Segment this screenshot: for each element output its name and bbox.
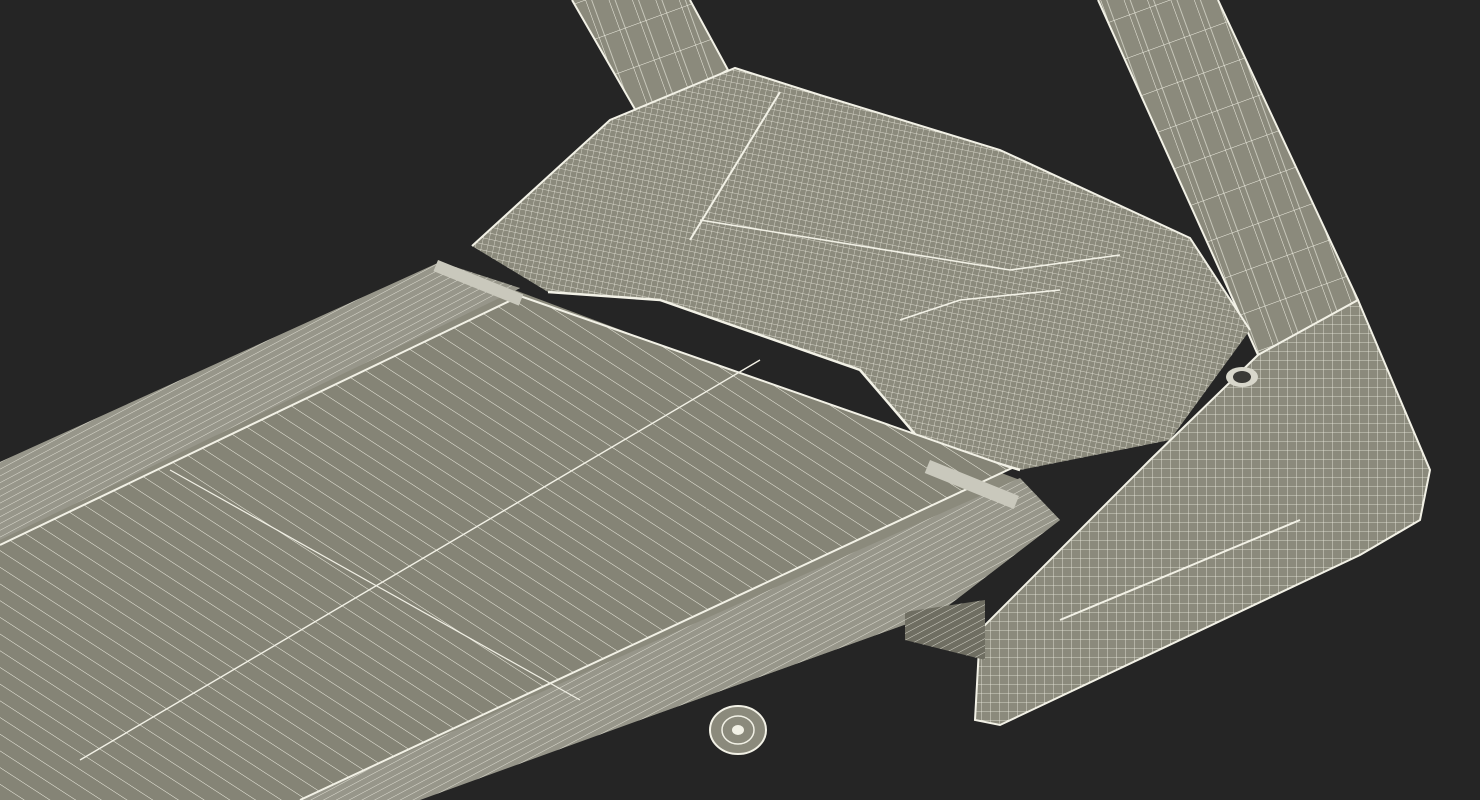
treadmill-wireframe-render (0, 0, 1432, 800)
transport-wheel (709, 705, 767, 755)
render-viewport (0, 0, 1480, 800)
bolt-hole (1226, 367, 1258, 387)
